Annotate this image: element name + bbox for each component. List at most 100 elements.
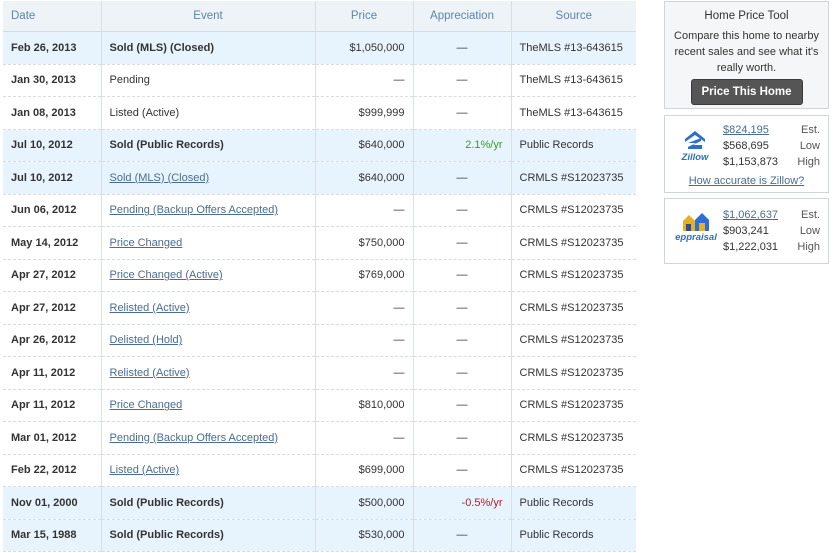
cell-source: Public Records	[510, 486, 636, 520]
cell-price: $769,000	[314, 259, 413, 292]
cell-date: Jul 10, 2012	[3, 161, 101, 195]
event-label[interactable]: Price Changed	[110, 237, 183, 249]
event-label: Sold (Public Records)	[109, 496, 224, 509]
cell-source: Public Records	[510, 519, 636, 552]
event-label[interactable]: Relisted (Active)	[110, 302, 190, 314]
cell-event: Pending (Backup Offers Accepted)	[100, 421, 315, 455]
cell-price: $530,000	[314, 519, 413, 552]
cell-price: $1,050,000	[314, 31, 413, 65]
table-row: Mar 01, 2012 Pending (Backup Offers Accep…	[3, 421, 636, 455]
table-row: Jun 06, 2012 Pending (Backup Offers Accep…	[3, 194, 636, 227]
zillow-estimate-link[interactable]: $824,195	[723, 122, 769, 138]
cell-price: —	[314, 356, 413, 390]
cell-price: —	[314, 421, 413, 455]
table-row: Jul 10, 2012 Sold (MLS) (Closed) $640,000 —…	[3, 161, 636, 195]
cell-source: CRMLS #S12023735	[510, 389, 636, 422]
eppraisal-estimate-link[interactable]: $1,062,637	[723, 207, 778, 223]
cell-appreciation: 2.1%/yr	[412, 129, 511, 162]
zillow-accuracy-link[interactable]: How accurate is Zillow?	[665, 175, 828, 187]
table-row: Apr 11, 2012 Relisted (Active) — — CRMLS #S1…	[3, 356, 636, 390]
tool-title: Home Price Tool	[704, 10, 789, 22]
col-header-source[interactable]: Source	[510, 1, 636, 32]
appreciation-value: —	[456, 399, 468, 412]
eppraisal-low-label: Low	[799, 225, 820, 237]
zillow-logo[interactable]: Zillow	[675, 130, 715, 163]
col-header-appreciation[interactable]: Appreciation	[412, 1, 511, 32]
cell-date: Feb 26, 2013	[3, 31, 101, 65]
cell-price: $750,000	[314, 226, 413, 260]
home-price-tool-panel: Home Price Tool Compare this home to nea…	[664, 1, 829, 109]
eppraisal-low-value: $903,241	[723, 225, 769, 237]
cell-date: May 14, 2012	[3, 226, 101, 260]
cell-event: Price Changed	[100, 389, 315, 422]
cell-price: $999,999	[314, 96, 413, 130]
cell-date: Jan 30, 2013	[3, 64, 101, 97]
tool-description: Compare this home to nearby recent sales…	[674, 30, 819, 74]
col-header-date[interactable]: Date	[3, 1, 101, 32]
table-row: Nov 01, 2000 Sold (Public Records) $500,00…	[3, 486, 636, 520]
eppraisal-estimate-panel: eppraisal $1,062,637 Est. $903,241 Low $…	[664, 198, 829, 264]
table-header-row: Date Event Price Appreciation Source	[3, 1, 636, 32]
cell-source: CRMLS #S12023735	[510, 226, 636, 260]
cell-date: Apr 26, 2012	[3, 324, 101, 357]
appreciation-value: —	[456, 431, 468, 444]
eppraisal-low-row: $903,241 Low	[723, 223, 820, 239]
appreciation-value: —	[456, 464, 468, 477]
appreciation-value: —	[456, 204, 468, 217]
event-label[interactable]: Relisted (Active)	[110, 367, 190, 379]
appreciation-value: —	[456, 41, 468, 54]
cell-appreciation: —	[412, 64, 511, 97]
event-label[interactable]: Pending (Backup Offers Accepted)	[110, 432, 279, 444]
event-label[interactable]: Delisted (Hold)	[110, 334, 183, 346]
cell-source: TheMLS #13-643615	[510, 64, 636, 97]
event-label: Sold (Public Records)	[109, 139, 224, 152]
cell-price: $500,000	[314, 486, 413, 520]
event-label: Sold (Public Records)	[109, 529, 224, 542]
event-label[interactable]: Listed (Active)	[110, 464, 180, 476]
table-row: Jul 10, 2012 Sold (Public Records) $640,00…	[3, 129, 636, 162]
event-label[interactable]: Price Changed	[110, 399, 183, 411]
cell-source: CRMLS #S12023735	[510, 421, 636, 455]
event-label[interactable]: Sold (MLS) (Closed)	[110, 172, 210, 184]
col-header-price[interactable]: Price	[314, 1, 413, 32]
cell-appreciation: —	[412, 31, 511, 65]
event-label[interactable]: Pending (Backup Offers Accepted)	[110, 204, 279, 216]
event-label: Pending	[109, 74, 150, 87]
cell-source: TheMLS #13-643615	[510, 31, 636, 65]
cell-appreciation: —	[412, 421, 511, 455]
zillow-low-value: $568,695	[723, 140, 769, 152]
cell-source: CRMLS #S12023735	[510, 356, 636, 390]
cell-date: Apr 27, 2012	[3, 259, 101, 292]
col-header-event[interactable]: Event	[100, 1, 315, 32]
cell-source: CRMLS #S12023735	[510, 324, 636, 357]
cell-price: —	[314, 324, 413, 357]
zillow-logo-icon	[685, 131, 705, 149]
cell-event: Sold (MLS) (Closed)	[100, 161, 315, 195]
property-history-table: Date Event Price Appreciation Source Feb…	[3, 1, 636, 552]
price-this-home-button[interactable]: Price This Home	[690, 79, 803, 105]
event-label[interactable]: Price Changed (Active)	[110, 269, 223, 281]
cell-appreciation: —	[412, 194, 511, 227]
eppraisal-high-row: $1,222,031 High	[723, 239, 820, 255]
cell-appreciation: —	[412, 291, 511, 325]
cell-source: Public Records	[510, 129, 636, 162]
table-row: Mar 15, 1988 Sold (Public Records) $530,00…	[3, 519, 636, 552]
appreciation-value: —	[456, 269, 468, 282]
cell-appreciation: —	[412, 161, 511, 195]
cell-appreciation: —	[412, 324, 511, 357]
eppraisal-logo[interactable]: eppraisal	[673, 212, 719, 243]
cell-price: $699,000	[314, 454, 413, 487]
table-row: Jan 30, 2013 Pending — — TheMLS #13-643615	[3, 64, 636, 97]
cell-source: TheMLS #13-643615	[510, 96, 636, 130]
cell-date: Nov 01, 2000	[3, 486, 101, 520]
zillow-est-row: $824,195 Est.	[723, 122, 820, 138]
zillow-high-row: $1,153,873 High	[723, 154, 820, 170]
zillow-high-label: High	[797, 156, 820, 168]
cell-price: $810,000	[314, 389, 413, 422]
appreciation-value: —	[456, 171, 468, 184]
appreciation-value: —	[456, 236, 468, 249]
table-row: Jan 08, 2013 Listed (Active) $999,999 — TheM…	[3, 96, 636, 130]
eppraisal-high-label: High	[797, 241, 820, 253]
cell-price: $640,000	[314, 129, 413, 162]
appreciation-value: -0.5%/yr	[461, 496, 503, 509]
